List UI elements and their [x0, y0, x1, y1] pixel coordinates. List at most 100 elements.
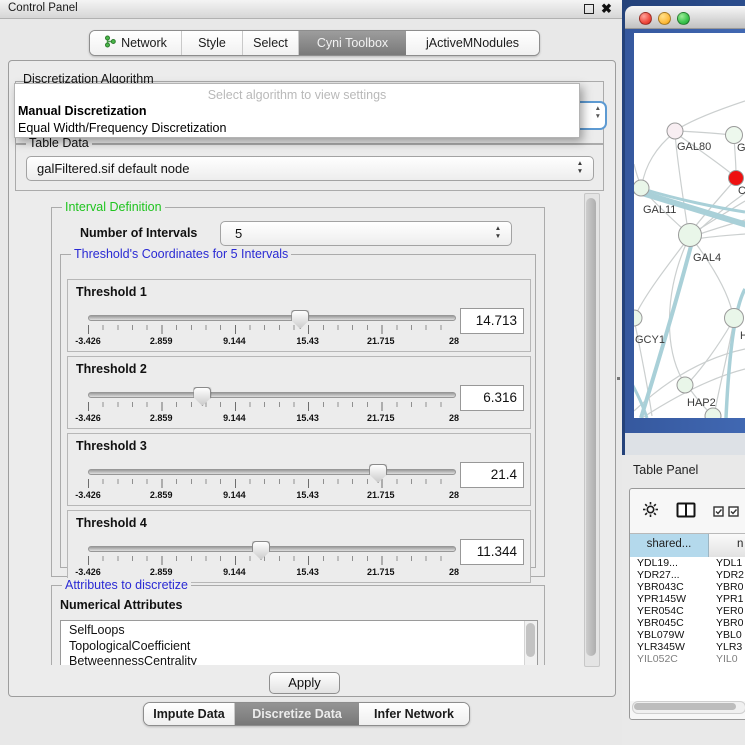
tab-jactivemnodules[interactable]: jActiveMNodules: [406, 31, 539, 55]
tab-style[interactable]: Style: [182, 31, 243, 55]
table-row[interactable]: YBL079WYBL0: [630, 629, 745, 641]
tab-discretize-data[interactable]: Discretize Data: [235, 703, 359, 725]
table-row[interactable]: YDR27...YDR2: [630, 569, 745, 581]
scrollbar-thumb[interactable]: [586, 198, 596, 656]
attribute-list-item[interactable]: TopologicalCoefficient: [61, 639, 537, 655]
network-window-titlebar[interactable]: [625, 6, 745, 29]
slider-track[interactable]: [88, 392, 456, 398]
cell-name[interactable]: YDR2: [708, 569, 744, 581]
network-edge[interactable]: [636, 240, 687, 314]
tab-cyni-toolbox[interactable]: Cyni Toolbox: [299, 31, 406, 55]
cell-name[interactable]: YER0: [708, 605, 743, 617]
tab-label: Impute Data: [153, 707, 225, 721]
control-panel-title: Control Panel: [8, 2, 78, 14]
deselect-checkbox-icon[interactable]: [728, 504, 739, 522]
table-row[interactable]: YLR345WYLR3: [630, 641, 745, 653]
scrollbar-thumb[interactable]: [526, 623, 535, 657]
settings-scrollbar[interactable]: [584, 193, 600, 667]
numerical-attributes-list[interactable]: SelfLoopsTopologicalCoefficientBetweenne…: [60, 620, 538, 665]
apply-button[interactable]: Apply: [269, 672, 340, 694]
threshold-value-field[interactable]: 21.4: [460, 462, 524, 488]
number-of-intervals-spinner[interactable]: 5 ▲▼: [220, 221, 512, 246]
cell-name[interactable]: YBL0: [708, 629, 742, 641]
tab-infer-network[interactable]: Infer Network: [359, 703, 469, 725]
threshold-value-field[interactable]: 14.713: [460, 308, 524, 334]
threshold-value-field[interactable]: 11.344: [460, 539, 524, 565]
cell-name[interactable]: YBR0: [708, 617, 743, 629]
network-view-canvas[interactable]: GAL80GACGAL11GAL4GCY1HHAP2: [634, 33, 745, 418]
table-row[interactable]: YBR045CYBR0: [630, 617, 745, 629]
cell-name[interactable]: YDL1: [708, 557, 742, 569]
cell-shared-name[interactable]: YLR345W: [630, 641, 708, 653]
tab-network[interactable]: Network: [90, 31, 182, 55]
attribute-list-item[interactable]: SelfLoops: [61, 623, 537, 639]
table-row[interactable]: YDL19...YDL1: [630, 557, 745, 569]
cell-name[interactable]: YPR1: [708, 593, 743, 605]
cell-shared-name[interactable]: YDR27...: [630, 569, 708, 581]
network-node[interactable]: [634, 310, 642, 326]
cell-shared-name[interactable]: YPR145W: [630, 593, 708, 605]
cyni-toolbox-panel: Discretization Algorithm ▲▼ Select algor…: [8, 60, 616, 697]
network-node-label: GA: [737, 142, 745, 154]
cell-shared-name[interactable]: YIL052C: [630, 653, 708, 665]
slider-track[interactable]: [88, 546, 456, 552]
attributes-group: Attributes to discretize Numerical Attri…: [51, 585, 545, 665]
network-node[interactable]: [725, 309, 744, 328]
cell-name[interactable]: YBR0: [708, 581, 743, 593]
network-node[interactable]: [679, 224, 702, 247]
network-edge[interactable]: [678, 131, 731, 135]
threshold-value-field[interactable]: 6.316: [460, 385, 524, 411]
network-node[interactable]: [667, 123, 683, 139]
tick-label: 2.859: [150, 490, 173, 500]
slider-track[interactable]: [88, 315, 456, 321]
column-header-shared-name[interactable]: shared...: [630, 534, 709, 557]
threshold-slider[interactable]: -3.4262.8599.14415.4321.71528: [88, 310, 454, 350]
network-edge[interactable]: [695, 234, 745, 239]
node-table: shared... n YDL19...YDL1YDR27...YDR2YBR0…: [629, 488, 745, 720]
dropdown-option-equal-width-frequency[interactable]: Equal Width/Frequency Discretization: [15, 120, 579, 137]
cell-name[interactable]: YIL0: [708, 653, 738, 665]
threshold-slider[interactable]: -3.4262.8599.14415.4321.71528: [88, 541, 454, 581]
zoom-traffic-light-icon[interactable]: [677, 12, 690, 25]
float-window-icon[interactable]: [584, 4, 594, 14]
scrollbar-thumb[interactable]: [634, 703, 736, 710]
cell-shared-name[interactable]: YDL19...: [630, 557, 708, 569]
close-traffic-light-icon[interactable]: [639, 12, 652, 25]
attribute-list-item[interactable]: BetweennessCentrality: [61, 654, 537, 665]
attributes-list-scrollbar[interactable]: [524, 621, 537, 665]
tab-impute-data[interactable]: Impute Data: [144, 703, 235, 725]
cell-name[interactable]: YLR3: [708, 641, 742, 653]
cell-shared-name[interactable]: YER054C: [630, 605, 708, 617]
tick-label: 28: [449, 336, 459, 346]
close-icon[interactable]: ✖: [601, 0, 612, 18]
cell-shared-name[interactable]: YBR045C: [630, 617, 708, 629]
network-node[interactable]: [726, 127, 743, 144]
table-row[interactable]: YIL052CYIL0: [630, 653, 745, 665]
network-node[interactable]: [729, 171, 744, 186]
network-edge[interactable]: [642, 133, 674, 185]
table-row[interactable]: YER054CYER0: [630, 605, 745, 617]
network-node[interactable]: [705, 408, 721, 418]
threshold-slider[interactable]: -3.4262.8599.14415.4321.71528: [88, 387, 454, 427]
table-data-combobox[interactable]: galFiltered.sif default node ▲▼: [26, 156, 594, 181]
select-all-checkbox-icon[interactable]: [713, 504, 724, 522]
network-node[interactable]: [634, 180, 649, 196]
tab-select[interactable]: Select: [243, 31, 299, 55]
slider-track[interactable]: [88, 469, 456, 475]
network-edge[interactable]: [691, 324, 731, 380]
threshold-slider[interactable]: -3.4262.8599.14415.4321.71528: [88, 464, 454, 504]
table-row[interactable]: YBR043CYBR0: [630, 581, 745, 593]
table-row[interactable]: YPR145WYPR1: [630, 593, 745, 605]
cell-shared-name[interactable]: YBR043C: [630, 581, 708, 593]
column-header-name[interactable]: n: [709, 534, 745, 557]
gear-icon[interactable]: [642, 501, 659, 523]
tick-label: -3.426: [75, 336, 101, 346]
network-edge[interactable]: [678, 101, 745, 129]
network-node[interactable]: [677, 377, 693, 393]
table-horizontal-scrollbar[interactable]: [632, 701, 745, 714]
cell-shared-name[interactable]: YBL079W: [630, 629, 708, 641]
dropdown-option-manual-discretization[interactable]: Manual Discretization: [15, 103, 579, 120]
splitpane-grip[interactable]: [617, 377, 620, 380]
split-columns-icon[interactable]: [676, 502, 696, 523]
minimize-traffic-light-icon[interactable]: [658, 12, 671, 25]
